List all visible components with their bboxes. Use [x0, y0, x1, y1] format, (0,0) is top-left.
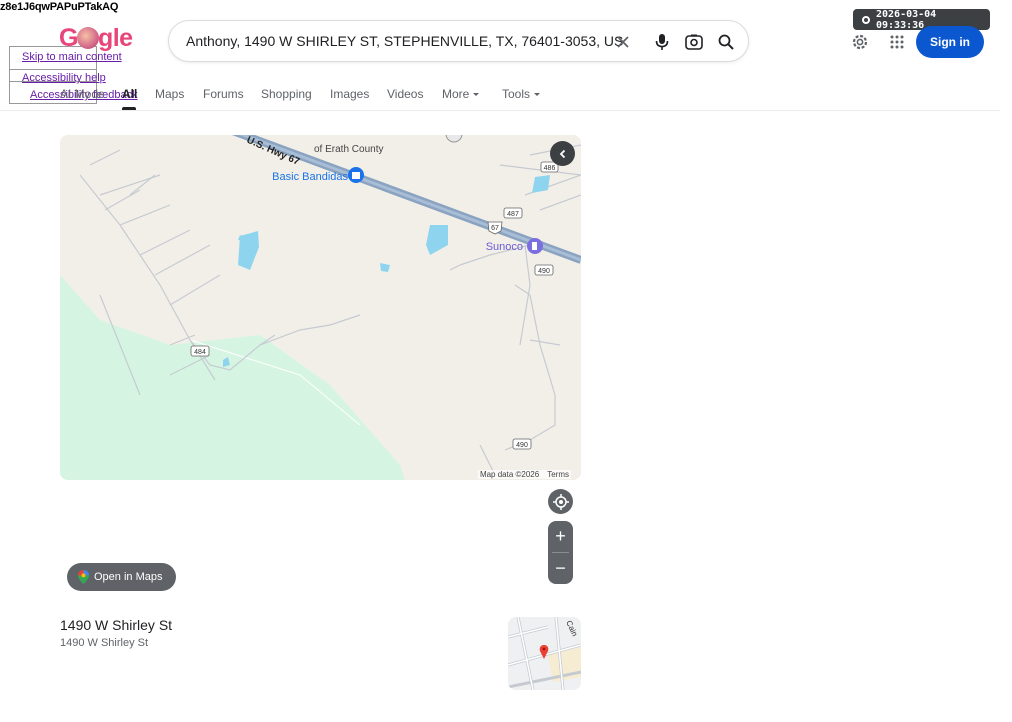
- active-tab-indicator: [122, 107, 136, 110]
- map-route-490-b: 490: [516, 442, 528, 449]
- tab-ai-mode[interactable]: AI Mode: [60, 87, 105, 101]
- collapse-map-button[interactable]: [550, 141, 575, 166]
- search-box[interactable]: Anthony, 1490 W SHIRLEY ST, STEPHENVILLE…: [168, 20, 749, 62]
- map-attribution: Map data ©2026 Terms: [477, 470, 571, 479]
- map-label-county: of Erath County: [314, 144, 383, 155]
- chevron-down-icon: [473, 93, 480, 96]
- map-view[interactable]: of Erath County U.S. Hwy 67 Basic Bandid…: [60, 135, 581, 480]
- doodle-icon: [76, 27, 99, 49]
- tab-more[interactable]: More: [442, 87, 480, 101]
- map-route-486: 486: [544, 165, 556, 172]
- tab-tools[interactable]: Tools: [502, 87, 541, 101]
- tab-all[interactable]: All: [122, 87, 137, 101]
- place-map-thumbnail[interactable]: Cain: [508, 617, 581, 690]
- map-route-487: 487: [507, 211, 519, 218]
- garbled-header-text: z8e1J6qwPAPuPTakAQ: [0, 1, 118, 13]
- microphone-icon[interactable]: [651, 31, 673, 53]
- tab-maps[interactable]: Maps: [155, 87, 184, 101]
- zoom-controls: + −: [548, 521, 573, 584]
- map-route-67: 67: [491, 225, 499, 232]
- zoom-out-button[interactable]: −: [548, 553, 573, 584]
- chevron-left-icon: [559, 149, 565, 158]
- clock-icon: [862, 15, 870, 24]
- map-poi-sunoco[interactable]: Sunoco: [486, 241, 523, 253]
- close-icon[interactable]: [612, 31, 634, 53]
- place-title[interactable]: 1490 W Shirley St: [60, 617, 172, 633]
- gear-icon[interactable]: [849, 31, 871, 53]
- google-logo[interactable]: Ggle: [59, 24, 133, 53]
- tab-videos[interactable]: Videos: [387, 87, 423, 101]
- apps-grid-icon[interactable]: [886, 31, 908, 53]
- map-route-490-a: 490: [538, 268, 550, 275]
- chevron-down-icon: [534, 93, 541, 96]
- tab-shopping[interactable]: Shopping: [261, 87, 312, 101]
- maps-pin-icon: [78, 570, 89, 584]
- location-crosshair-icon: [552, 493, 569, 510]
- sign-in-button[interactable]: Sign in: [916, 26, 984, 58]
- search-input[interactable]: Anthony, 1490 W SHIRLEY ST, STEPHENVILLE…: [186, 33, 623, 49]
- map-route-484: 484: [194, 349, 206, 356]
- garbled-text: z8e1J6qwPAPuPTakAQ: [0, 1, 119, 13]
- search-tabs: AI Mode All Maps Forums Shopping Images …: [0, 80, 1000, 111]
- open-in-maps-button[interactable]: Open in Maps: [67, 563, 176, 591]
- place-subtitle: 1490 W Shirley St: [60, 637, 149, 649]
- lens-icon[interactable]: [683, 31, 705, 53]
- map-poi-basic-bandidas[interactable]: Basic Bandidas: [272, 171, 348, 183]
- zoom-in-button[interactable]: +: [548, 521, 573, 552]
- my-location-button[interactable]: [548, 489, 573, 514]
- map-terms-link[interactable]: Terms: [547, 470, 569, 479]
- tab-forums[interactable]: Forums: [203, 87, 244, 101]
- search-icon[interactable]: [715, 31, 737, 53]
- tab-images[interactable]: Images: [330, 87, 369, 101]
- page: z8e1J6qwPAPuPTakAQ Skip to main content …: [0, 0, 1012, 722]
- map-canvas: of Erath County U.S. Hwy 67 Basic Bandid…: [60, 135, 581, 480]
